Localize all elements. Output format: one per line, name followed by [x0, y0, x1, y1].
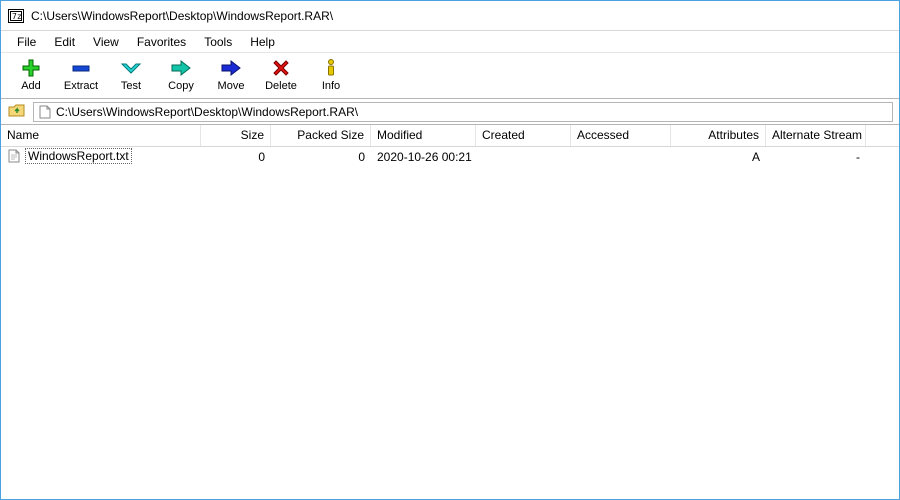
file-altstream: - [766, 148, 866, 166]
minus-icon [69, 58, 93, 78]
column-headers: Name Size Packed Size Modified Created A… [1, 125, 899, 147]
info-label: Info [322, 80, 340, 92]
folder-up-icon [8, 102, 26, 121]
move-label: Move [218, 80, 245, 92]
path-text: C:\Users\WindowsReport\Desktop\WindowsRe… [56, 105, 358, 119]
menu-help[interactable]: Help [242, 33, 283, 51]
up-button[interactable] [7, 102, 27, 122]
delete-label: Delete [265, 80, 297, 92]
file-accessed [571, 155, 671, 159]
app-icon: 7z [7, 8, 25, 24]
menu-edit[interactable]: Edit [46, 33, 83, 51]
app-window: 7z C:\Users\WindowsReport\Desktop\Window… [0, 0, 900, 500]
col-attributes[interactable]: Attributes [671, 125, 766, 146]
extract-label: Extract [64, 80, 98, 92]
col-name[interactable]: Name [1, 125, 201, 146]
col-size[interactable]: Size [201, 125, 271, 146]
menubar: File Edit View Favorites Tools Help [1, 31, 899, 53]
file-attributes: A [671, 148, 766, 166]
path-input[interactable]: C:\Users\WindowsReport\Desktop\WindowsRe… [33, 102, 893, 122]
file-modified: 2020-10-26 00:21 [371, 148, 476, 166]
col-altstream[interactable]: Alternate Stream [766, 125, 866, 146]
titlebar: 7z C:\Users\WindowsReport\Desktop\Window… [1, 1, 899, 31]
copy-label: Copy [168, 80, 194, 92]
move-button[interactable]: Move [209, 56, 253, 98]
file-created [476, 155, 571, 159]
arrow-right-icon [169, 58, 193, 78]
svg-text:7z: 7z [12, 12, 22, 21]
info-icon [319, 58, 343, 78]
plus-icon [19, 58, 43, 78]
info-button[interactable]: Info [309, 56, 353, 98]
table-row[interactable]: WindowsReport.txt 0 0 2020-10-26 00:21 A… [1, 147, 899, 167]
col-modified[interactable]: Modified [371, 125, 476, 146]
test-button[interactable]: Test [109, 56, 153, 98]
arrow-right-dark-icon [219, 58, 243, 78]
check-icon [119, 58, 143, 78]
add-label: Add [21, 80, 41, 92]
copy-button[interactable]: Copy [159, 56, 203, 98]
menu-view[interactable]: View [85, 33, 127, 51]
test-label: Test [121, 80, 141, 92]
file-packed: 0 [271, 148, 371, 166]
file-size: 0 [201, 148, 271, 166]
delete-button[interactable]: Delete [259, 56, 303, 98]
toolbar: Add Extract Test Copy [1, 53, 899, 99]
add-button[interactable]: Add [9, 56, 53, 98]
menu-file[interactable]: File [9, 33, 44, 51]
pathbar: C:\Users\WindowsReport\Desktop\WindowsRe… [1, 99, 899, 125]
file-list[interactable]: Name Size Packed Size Modified Created A… [1, 125, 899, 499]
text-file-icon [7, 149, 21, 163]
menu-favorites[interactable]: Favorites [129, 33, 194, 51]
file-icon [38, 105, 52, 119]
window-title: C:\Users\WindowsReport\Desktop\WindowsRe… [31, 9, 333, 23]
x-icon [269, 58, 293, 78]
file-name: WindowsReport.txt [25, 148, 132, 164]
col-created[interactable]: Created [476, 125, 571, 146]
menu-tools[interactable]: Tools [196, 33, 240, 51]
extract-button[interactable]: Extract [59, 56, 103, 98]
col-packed[interactable]: Packed Size [271, 125, 371, 146]
col-accessed[interactable]: Accessed [571, 125, 671, 146]
